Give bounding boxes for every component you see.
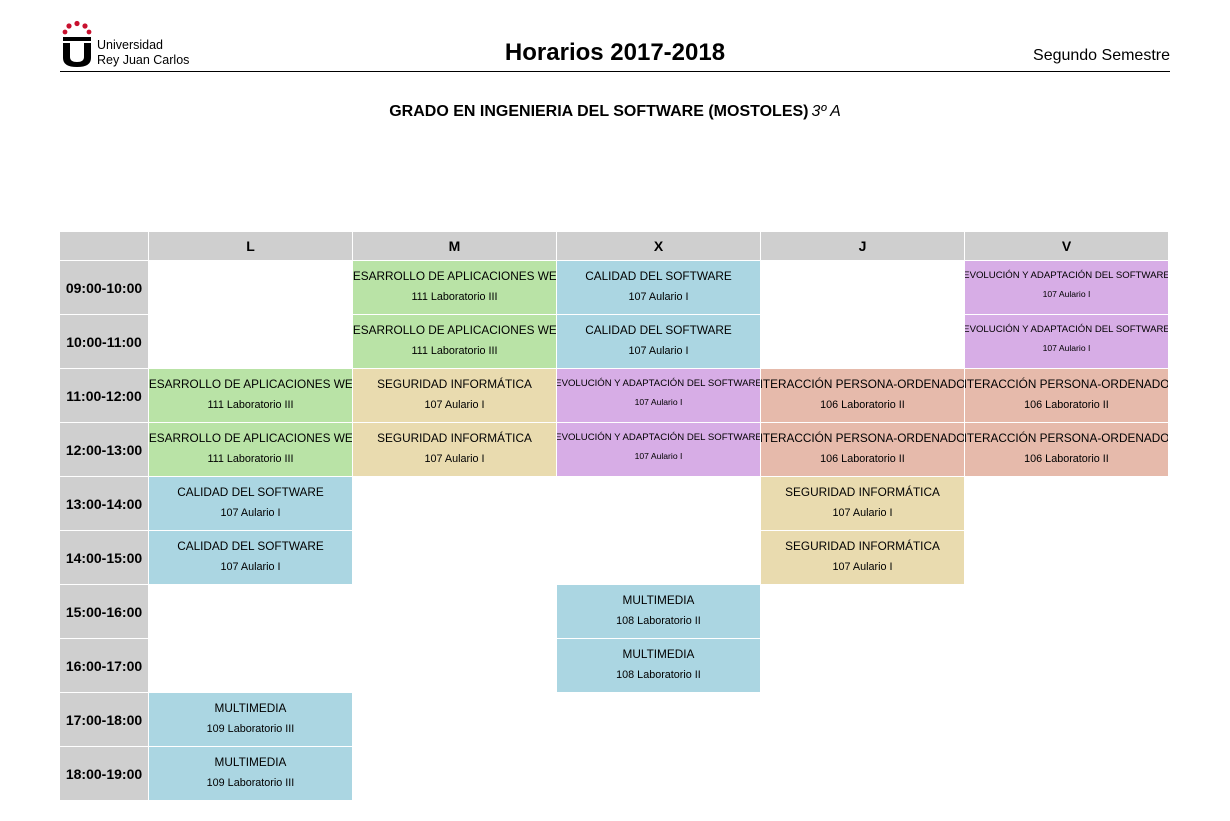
class-session: MULTIMEDIA 109 Laboratorio III — [149, 747, 352, 801]
class-session: DESARROLLO DE APLICACIONES WEB 111 Labora… — [353, 315, 556, 369]
session-room: 107 Aulario I — [832, 507, 893, 519]
class-session: CALIDAD DEL SOFTWARE 107 Aulario I — [557, 261, 760, 315]
session-room: 107 Aulario I — [424, 453, 485, 465]
time-slot-label: 17:00-18:00 — [60, 693, 148, 747]
session-room: 106 Laboratorio II — [1024, 399, 1109, 411]
session-room: 107 Aulario I — [424, 399, 485, 411]
session-room: 111 Laboratorio III — [411, 291, 498, 303]
time-slot-label: 18:00-19:00 — [60, 747, 148, 801]
class-session: CALIDAD DEL SOFTWARE 107 Aulario I — [149, 531, 352, 585]
session-subject: MULTIMEDIA — [214, 755, 287, 769]
time-slot-label: 16:00-17:00 — [60, 639, 148, 693]
session-subject: INTERACCIÓN PERSONA-ORDENADOR — [965, 431, 1168, 445]
class-session: MULTIMEDIA 109 Laboratorio III — [149, 693, 352, 747]
class-session: EVOLUCIÓN Y ADAPTACIÓN DEL SOFTWARE 107 A… — [557, 369, 760, 423]
day-header: X — [557, 232, 760, 261]
session-room: 107 Aulario I — [1042, 289, 1091, 299]
class-session: EVOLUCIÓN Y ADAPTACIÓN DEL SOFTWARE 107 A… — [965, 261, 1168, 315]
session-room: 111 Laboratorio III — [207, 453, 294, 465]
session-subject: EVOLUCIÓN Y ADAPTACIÓN DEL SOFTWARE — [557, 432, 760, 443]
session-room: 106 Laboratorio II — [820, 399, 905, 411]
class-session: MULTIMEDIA 108 Laboratorio II — [557, 585, 760, 639]
day-header: J — [761, 232, 964, 261]
page-title: Horarios 2017-2018 — [504, 39, 726, 66]
session-room: 109 Laboratorio III — [206, 723, 295, 735]
degree-name: GRADO EN INGENIERIA DEL SOFTWARE (MOSTOL… — [389, 103, 809, 120]
class-session: INTERACCIÓN PERSONA-ORDENADOR 106 Laborat… — [965, 423, 1168, 477]
university-logo — [62, 20, 92, 67]
university-name-line2: Rey Juan Carlos — [97, 53, 190, 67]
class-session: SEGURIDAD INFORMÁTICA 107 Aulario I — [761, 477, 964, 531]
semester-label: Segundo Semestre — [1033, 47, 1170, 64]
class-session: SEGURIDAD INFORMÁTICA 107 Aulario I — [353, 423, 556, 477]
session-subject: DESARROLLO DE APLICACIONES WEB — [149, 377, 352, 391]
session-room: 107 Aulario I — [832, 561, 893, 573]
session-subject: MULTIMEDIA — [622, 593, 695, 607]
session-subject: INTERACCIÓN PERSONA-ORDENADOR — [965, 377, 1168, 391]
session-room: 108 Laboratorio II — [616, 615, 701, 627]
session-room: 107 Aulario I — [220, 507, 281, 519]
header-divider — [60, 71, 1170, 72]
class-session: INTERACCIÓN PERSONA-ORDENADOR 106 Laborat… — [761, 423, 964, 477]
session-room: 107 Aulario I — [628, 291, 689, 303]
session-room: 109 Laboratorio III — [206, 777, 295, 789]
session-room: 107 Aulario I — [1042, 343, 1091, 353]
session-room: 107 Aulario I — [220, 561, 281, 573]
session-subject: CALIDAD DEL SOFTWARE — [585, 323, 732, 337]
degree-heading: GRADO EN INGENIERIA DEL SOFTWARE (MOSTOL… — [0, 103, 1230, 121]
session-room: 106 Laboratorio II — [1024, 453, 1109, 465]
time-slot-label: 11:00-12:00 — [60, 369, 148, 423]
class-session: CALIDAD DEL SOFTWARE 107 Aulario I — [149, 477, 352, 531]
class-session: SEGURIDAD INFORMÁTICA 107 Aulario I — [761, 531, 964, 585]
session-subject: INTERACCIÓN PERSONA-ORDENADOR — [761, 377, 964, 391]
session-subject: CALIDAD DEL SOFTWARE — [585, 269, 732, 283]
time-slot-label: 15:00-16:00 — [60, 585, 148, 639]
session-subject: DESARROLLO DE APLICACIONES WEB — [149, 431, 352, 445]
session-subject: DESARROLLO DE APLICACIONES WEB — [353, 323, 556, 337]
session-subject: EVOLUCIÓN Y ADAPTACIÓN DEL SOFTWARE — [965, 324, 1168, 335]
session-room: 111 Laboratorio III — [207, 399, 294, 411]
day-header: V — [965, 232, 1168, 261]
class-session: DESARROLLO DE APLICACIONES WEB 111 Labora… — [353, 261, 556, 315]
class-session: SEGURIDAD INFORMÁTICA 107 Aulario I — [353, 369, 556, 423]
university-name-line1: Universidad — [97, 38, 164, 52]
session-subject: EVOLUCIÓN Y ADAPTACIÓN DEL SOFTWARE — [557, 378, 760, 389]
group-label: 3º A — [811, 103, 841, 120]
class-session: CALIDAD DEL SOFTWARE 107 Aulario I — [557, 315, 760, 369]
timetable-corner — [60, 232, 148, 261]
class-session: INTERACCIÓN PERSONA-ORDENADOR 106 Laborat… — [965, 369, 1168, 423]
session-room: 107 Aulario I — [634, 397, 683, 407]
university-name: Universidad Rey Juan Carlos — [97, 38, 189, 68]
timetable-grid: L M X J V 09:00-10:00 10:00-11:00 11:00-12:00 12… — [60, 232, 1168, 801]
time-slot-label: 09:00-10:00 — [60, 261, 148, 315]
session-room: 108 Laboratorio II — [616, 669, 701, 681]
session-subject: MULTIMEDIA — [214, 701, 287, 715]
time-slot-label: 12:00-13:00 — [60, 423, 148, 477]
session-subject: SEGURIDAD INFORMÁTICA — [785, 539, 940, 553]
class-session: DESARROLLO DE APLICACIONES WEB 111 Labora… — [149, 369, 352, 423]
class-session: EVOLUCIÓN Y ADAPTACIÓN DEL SOFTWARE 107 A… — [965, 315, 1168, 369]
session-room: 107 Aulario I — [634, 451, 683, 461]
session-subject: SEGURIDAD INFORMÁTICA — [377, 431, 532, 445]
time-slot-label: 14:00-15:00 — [60, 531, 148, 585]
session-subject: EVOLUCIÓN Y ADAPTACIÓN DEL SOFTWARE — [965, 270, 1168, 281]
session-room: 106 Laboratorio II — [820, 453, 905, 465]
class-session: EVOLUCIÓN Y ADAPTACIÓN DEL SOFTWARE 107 A… — [557, 423, 760, 477]
day-header: L — [149, 232, 352, 261]
session-room: 107 Aulario I — [628, 345, 689, 357]
class-session: INTERACCIÓN PERSONA-ORDENADOR 106 Laborat… — [761, 369, 964, 423]
session-subject: CALIDAD DEL SOFTWARE — [177, 485, 324, 499]
session-subject: MULTIMEDIA — [622, 647, 695, 661]
day-header: M — [353, 232, 556, 261]
session-subject: INTERACCIÓN PERSONA-ORDENADOR — [761, 431, 964, 445]
session-subject: SEGURIDAD INFORMÁTICA — [785, 485, 940, 499]
session-room: 111 Laboratorio III — [411, 345, 498, 357]
session-subject: DESARROLLO DE APLICACIONES WEB — [353, 269, 556, 283]
session-subject: CALIDAD DEL SOFTWARE — [177, 539, 324, 553]
time-slot-label: 10:00-11:00 — [60, 315, 148, 369]
class-session: DESARROLLO DE APLICACIONES WEB 111 Labora… — [149, 423, 352, 477]
time-slot-label: 13:00-14:00 — [60, 477, 148, 531]
class-session: MULTIMEDIA 108 Laboratorio II — [557, 639, 760, 693]
session-subject: SEGURIDAD INFORMÁTICA — [377, 377, 532, 391]
